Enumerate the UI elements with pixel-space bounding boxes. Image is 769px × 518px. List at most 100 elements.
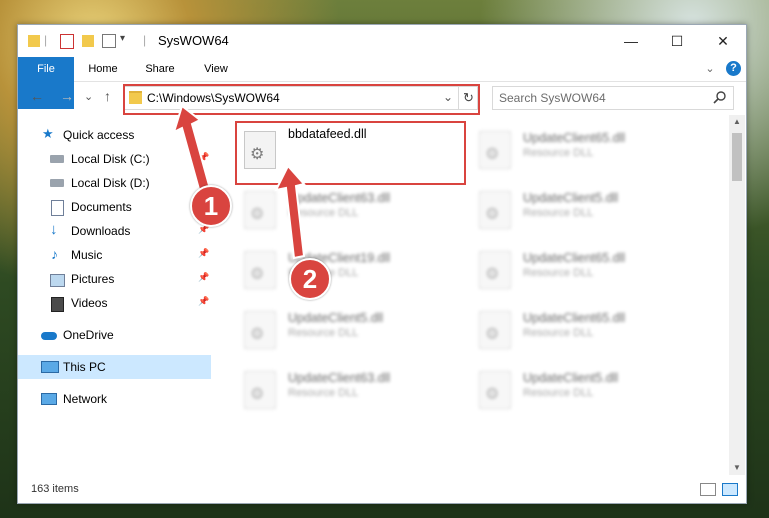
pin-icon: 📌: [198, 296, 210, 306]
magnifier-icon[interactable]: [713, 91, 726, 104]
gear-icon: ⚙: [250, 266, 265, 283]
sidebar-item-network[interactable]: Network: [18, 387, 211, 411]
vertical-scrollbar[interactable]: ▲ ▼: [729, 115, 745, 475]
gear-icon: ⚙: [250, 386, 265, 403]
pictures-icon: [50, 274, 65, 287]
separator: |: [143, 33, 147, 47]
separator: |: [44, 33, 48, 47]
file-item[interactable]: ⚙ UpdateClient5.dll Resource DLL: [473, 183, 703, 235]
sidebar-item-label: Network: [63, 392, 108, 406]
file-name: UpdateClient65.dll: [523, 311, 626, 325]
gear-icon: ⚙: [485, 146, 500, 163]
pin-icon: 📌: [198, 272, 210, 282]
file-name: UpdateClient5.dll: [523, 191, 619, 205]
dll-file-icon: ⚙: [479, 311, 511, 349]
dll-file-icon: ⚙: [479, 131, 511, 169]
help-icon[interactable]: ?: [726, 61, 741, 76]
status-bar: 163 items: [18, 477, 746, 501]
dll-file-icon: ⚙: [244, 311, 276, 349]
sidebar-item-label: OneDrive: [63, 328, 114, 342]
ribbon-expand-icon[interactable]: ⌄: [702, 57, 718, 81]
file-item[interactable]: ⚙ UpdateClient65.dll Resource DLL: [473, 303, 703, 355]
quick-access-dropdown-icon[interactable]: ▾: [120, 33, 125, 49]
maximize-button[interactable]: ☐: [654, 25, 700, 57]
file-type: Resource DLL: [288, 387, 359, 399]
gear-icon: ⚙: [485, 206, 500, 223]
drive-icon: [50, 179, 64, 187]
network-icon: [41, 393, 57, 405]
folder-icon: [28, 35, 40, 47]
step-badge-1: 1: [190, 185, 232, 227]
file-type: Resource DLL: [523, 327, 594, 339]
file-type: Resource DLL: [523, 387, 594, 399]
sidebar-item-music[interactable]: ♪ Music 📌: [18, 243, 211, 267]
step-badge-2: 2: [289, 258, 331, 300]
back-button[interactable]: ←: [30, 88, 44, 104]
dll-file-icon: ⚙: [479, 191, 511, 229]
sidebar-item-onedrive[interactable]: OneDrive: [18, 323, 211, 347]
file-type: Resource DLL: [523, 207, 594, 219]
item-count: 163 items: [31, 483, 79, 495]
pin-icon: 📌: [198, 248, 210, 258]
music-icon: ♪: [51, 246, 58, 262]
file-type: Resource DLL: [523, 267, 594, 279]
ribbon-tabs: File Home Share View ⌄ ?: [18, 57, 746, 109]
sidebar-item-label: Videos: [71, 296, 108, 310]
documents-icon: [51, 200, 64, 216]
sidebar-item-label: This PC: [63, 360, 106, 374]
sidebar-item-pictures[interactable]: Pictures 📌: [18, 267, 211, 291]
sidebar-item-label: Local Disk (D:): [71, 176, 150, 190]
file-name: UpdateClient5.dll: [288, 311, 384, 325]
file-item[interactable]: ⚙ UpdateClient65.dll Resource DLL: [473, 123, 703, 175]
search-input[interactable]: Search SysWOW64: [499, 91, 606, 105]
file-type: Resource DLL: [523, 147, 594, 159]
forward-button[interactable]: →: [60, 88, 74, 104]
scroll-up-icon[interactable]: ▲: [733, 117, 741, 126]
download-icon: ↓: [50, 221, 58, 238]
sidebar-item-this-pc[interactable]: This PC: [18, 355, 211, 379]
customize-icon[interactable]: [102, 34, 116, 48]
sidebar-item-label: Local Disk (C:): [71, 152, 150, 166]
dll-file-icon: ⚙: [244, 371, 276, 409]
sidebar-item-label: Documents: [71, 200, 132, 214]
search-box[interactable]: Search SysWOW64: [492, 86, 734, 110]
gear-icon: ⚙: [250, 326, 265, 343]
scrollbar-thumb[interactable]: [732, 133, 742, 181]
new-folder-icon[interactable]: [82, 35, 94, 47]
file-item[interactable]: ⚙ UpdateClient5.dll Resource DLL: [473, 363, 703, 415]
scroll-down-icon[interactable]: ▼: [733, 463, 741, 472]
file-item[interactable]: ⚙ UpdateClient63.dll Resource DLL: [238, 363, 468, 415]
dll-file-icon: ⚙: [479, 371, 511, 409]
properties-icon[interactable]: [60, 34, 74, 49]
sidebar-item-label: Pictures: [71, 272, 115, 286]
tab-view[interactable]: View: [196, 57, 236, 81]
star-icon: ★: [42, 126, 54, 141]
file-name: UpdateClient65.dll: [523, 251, 626, 265]
cloud-icon: [41, 332, 57, 340]
sidebar-item-videos[interactable]: Videos 📌: [18, 291, 211, 315]
gear-icon: ⚙: [485, 326, 500, 343]
tab-home[interactable]: Home: [82, 57, 124, 81]
file-item[interactable]: ⚙ UpdateClient65.dll Resource DLL: [473, 243, 703, 295]
arrow-icon: [274, 164, 306, 260]
title-bar: | ▾ | SysWOW64 — ☐ ✕: [18, 25, 746, 57]
details-view-icon[interactable]: [700, 483, 716, 496]
sidebar-item-downloads[interactable]: ↓ Downloads 📌: [18, 219, 211, 243]
computer-icon: [41, 361, 59, 373]
recent-locations-button[interactable]: ⌄: [84, 90, 93, 103]
file-name: UpdateClient63.dll: [288, 371, 391, 385]
file-item[interactable]: ⚙ UpdateClient5.dll Resource DLL: [238, 303, 468, 355]
file-name: UpdateClient65.dll: [523, 131, 626, 145]
drive-icon: [50, 155, 64, 163]
up-button[interactable]: ↑: [104, 88, 111, 104]
file-name: UpdateClient5.dll: [523, 371, 619, 385]
large-icons-view-icon[interactable]: [722, 483, 738, 496]
gear-icon: ⚙: [485, 386, 500, 403]
gear-icon: ⚙: [250, 206, 265, 223]
minimize-button[interactable]: —: [608, 25, 654, 57]
window-title: SysWOW64: [158, 33, 229, 48]
sidebar-item-label: Downloads: [71, 224, 131, 238]
sidebar-item-label: Music: [71, 248, 103, 262]
close-button[interactable]: ✕: [700, 25, 746, 57]
tab-share[interactable]: Share: [138, 57, 182, 81]
